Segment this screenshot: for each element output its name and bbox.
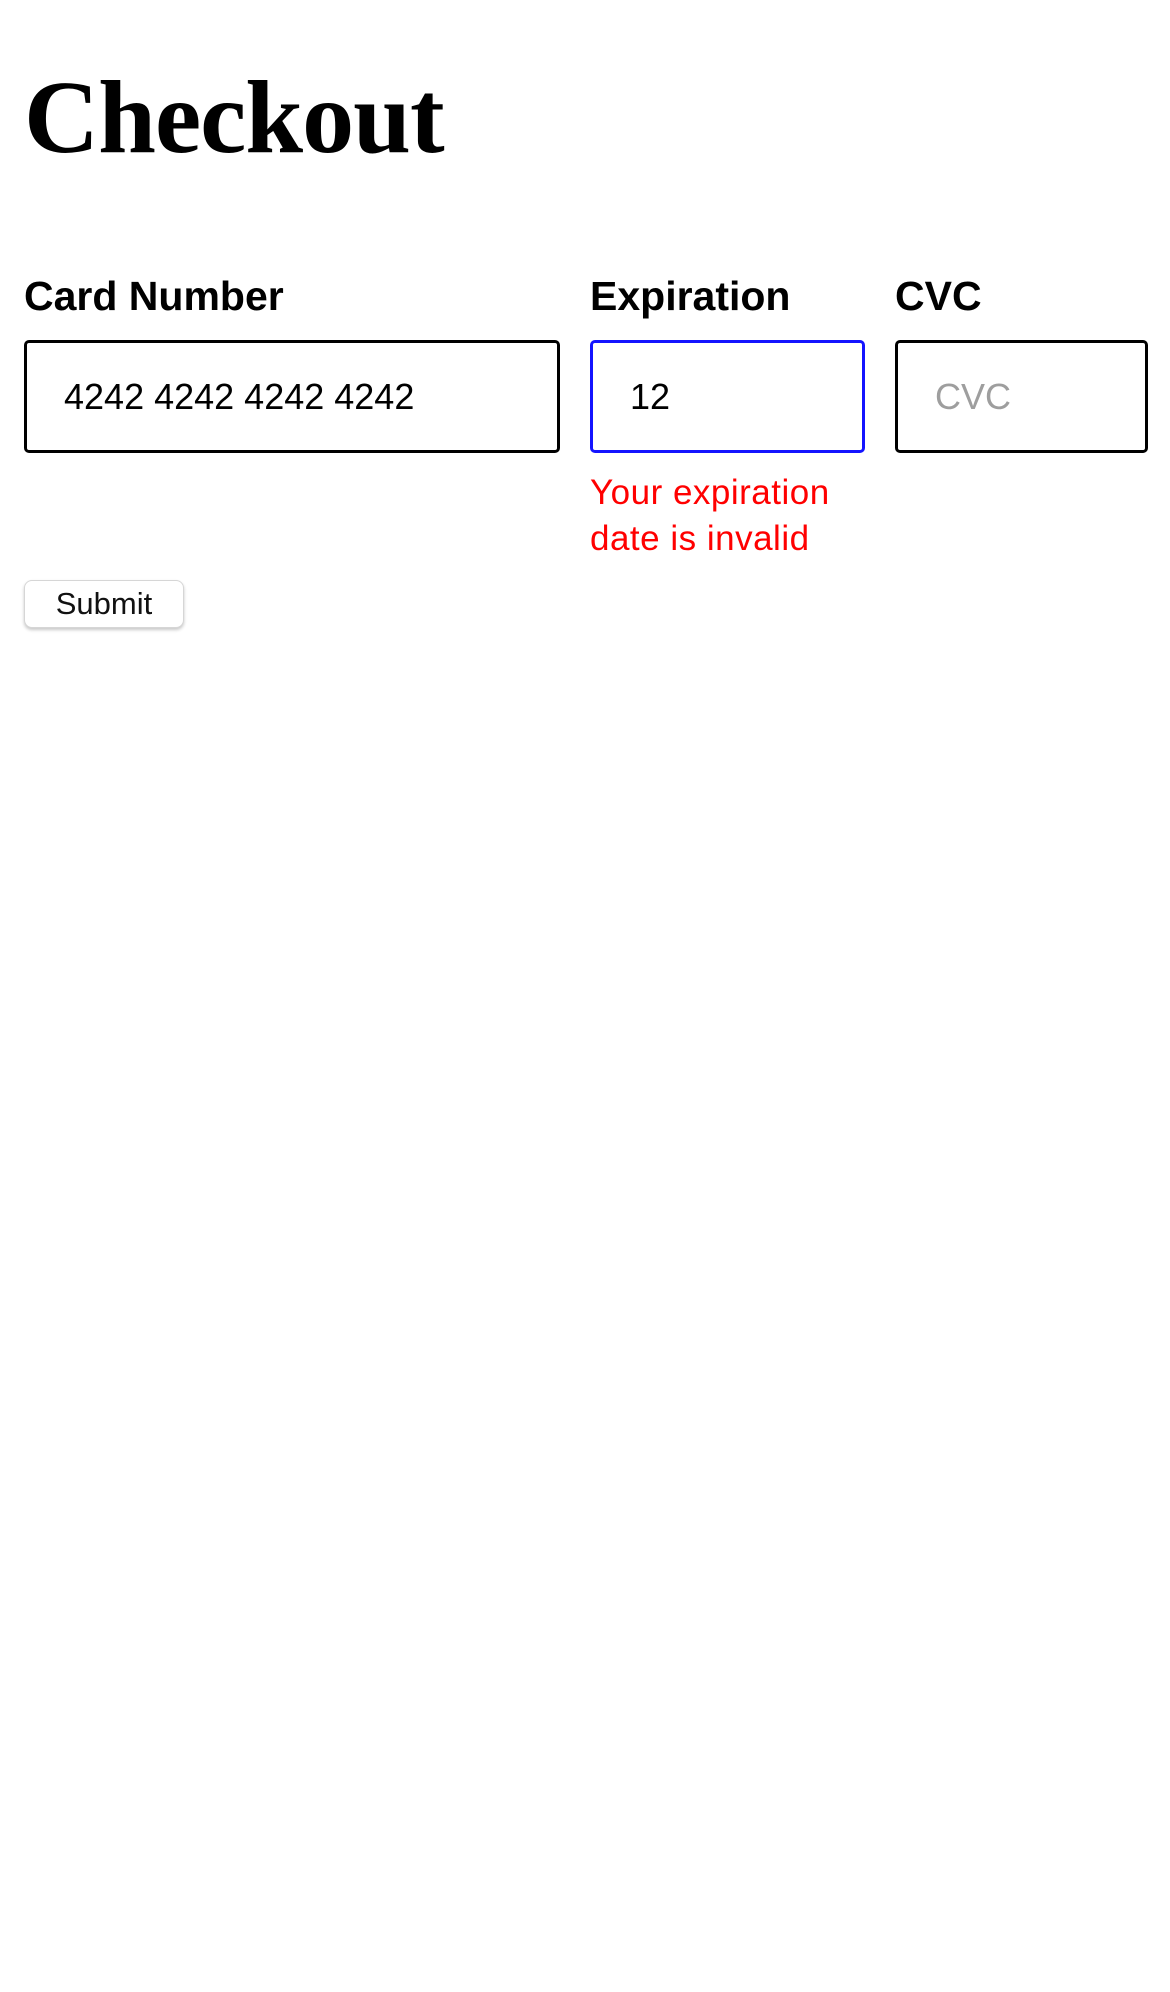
card-number-label: Card Number (24, 273, 284, 319)
expiration-error-message: Your expiration date is invalid (590, 473, 830, 558)
submit-button[interactable]: Submit (24, 580, 184, 628)
cvc-input[interactable] (895, 340, 1148, 453)
expiration-label: Expiration (590, 273, 791, 319)
expiration-input[interactable] (590, 340, 865, 453)
card-number-input[interactable] (24, 340, 560, 453)
cvc-label: CVC (895, 273, 982, 319)
page-title: Checkout (24, 60, 445, 175)
